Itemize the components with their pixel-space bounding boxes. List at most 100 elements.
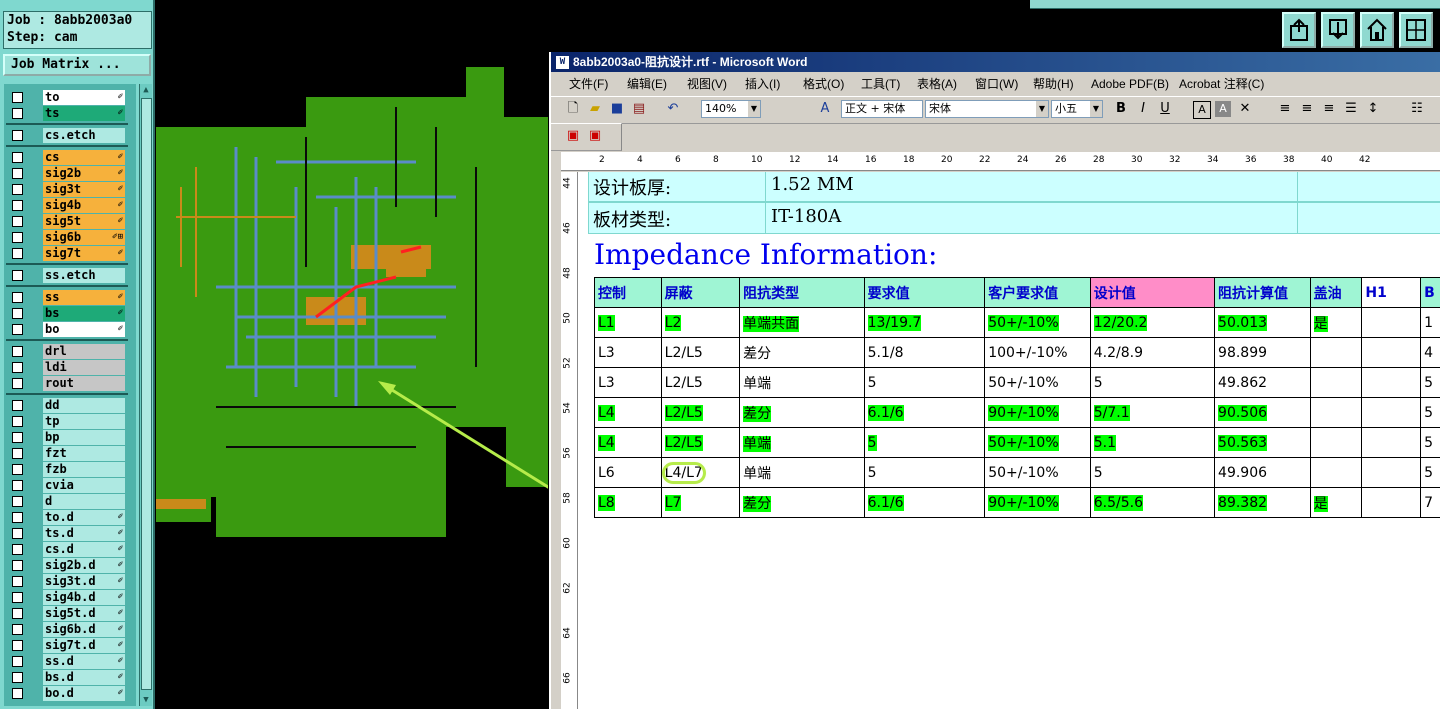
layer-checkbox[interactable] xyxy=(12,544,23,555)
layer-checkbox[interactable] xyxy=(12,512,23,523)
table-cell[interactable]: 49.862 xyxy=(1214,367,1311,398)
layer-name[interactable]: ts xyxy=(43,106,125,121)
table-cell[interactable]: L7 xyxy=(660,487,741,518)
table-cell[interactable]: 50+/-10% xyxy=(984,457,1091,488)
layer-name[interactable]: to xyxy=(43,90,125,105)
layer-name[interactable]: cs xyxy=(43,150,125,165)
layer-name[interactable]: cs.d xyxy=(43,542,125,557)
layer-row[interactable]: dd xyxy=(6,398,126,413)
table-cell[interactable]: 90.506 xyxy=(1214,397,1311,428)
table-cell[interactable]: 差分 xyxy=(739,487,865,518)
table-cell[interactable]: 50+/-10% xyxy=(984,427,1091,458)
table-cell[interactable] xyxy=(1309,397,1363,428)
layer-name[interactable]: cvia xyxy=(43,478,125,493)
align-center-icon[interactable]: ≡ xyxy=(1299,101,1315,117)
table-cell[interactable]: 50.563 xyxy=(1214,427,1311,458)
underline-icon[interactable]: U xyxy=(1157,101,1173,117)
layer-checkbox[interactable] xyxy=(12,346,23,357)
pdf-email-icon[interactable]: ▣ xyxy=(587,128,603,144)
layer-checkbox[interactable] xyxy=(12,688,23,699)
menu-item[interactable]: 窗口(W) xyxy=(975,73,1018,95)
table-cell[interactable]: 5.1/8 xyxy=(863,337,986,368)
layer-name[interactable]: bo.d xyxy=(43,686,125,701)
align-left-icon[interactable]: ≡ xyxy=(1277,101,1293,117)
layer-checkbox[interactable] xyxy=(12,480,23,491)
layer-checkbox[interactable] xyxy=(12,152,23,163)
table-cell[interactable]: 5 xyxy=(863,427,986,458)
menu-item[interactable]: Adobe PDF(B) xyxy=(1091,73,1169,95)
upload-icon[interactable] xyxy=(1282,12,1316,48)
table-cell[interactable]: 1 xyxy=(1420,307,1440,338)
horizontal-ruler[interactable]: 2 4 6 8 10 12 14 16 18 20 22 24 26 28 30 32 34 36 38 40 42 xyxy=(561,152,1440,171)
vertical-ruler[interactable]: 44 46 48 50 52 54 56 58 60 62 64 66 xyxy=(561,172,578,709)
layer-checkbox[interactable] xyxy=(12,378,23,389)
table-cell[interactable]: 5 xyxy=(863,457,986,488)
table-cell[interactable]: L2/L5 xyxy=(660,337,741,368)
layer-checkbox[interactable] xyxy=(12,92,23,103)
table-cell[interactable] xyxy=(1309,337,1363,368)
layer-row[interactable]: tp xyxy=(6,414,126,429)
table-cell[interactable]: 差分 xyxy=(739,397,865,428)
layer-checkbox[interactable] xyxy=(12,448,23,459)
layer-row[interactable]: bs ✐ xyxy=(6,306,126,321)
layer-row[interactable]: sig6b.d ✐ xyxy=(6,622,126,637)
layer-checkbox[interactable] xyxy=(12,592,23,603)
table-cell[interactable]: 单端 xyxy=(739,367,865,398)
table-cell[interactable]: 5 xyxy=(863,367,986,398)
table-cell[interactable]: 12/20.2 xyxy=(1089,307,1216,338)
layer-checkbox[interactable] xyxy=(12,308,23,319)
layer-row[interactable]: d xyxy=(6,494,126,509)
save-icon[interactable]: ■ xyxy=(609,101,625,117)
layer-name[interactable]: d xyxy=(43,494,125,509)
table-cell[interactable] xyxy=(1361,367,1422,398)
table-cell[interactable]: 5 xyxy=(1420,457,1440,488)
table-cell[interactable]: 5 xyxy=(1420,427,1440,458)
table-cell[interactable] xyxy=(1361,337,1422,368)
char-shading-icon[interactable]: A xyxy=(1215,101,1231,117)
font-size-select[interactable]: 小五 ▼ xyxy=(1051,100,1103,118)
table-cell[interactable]: 单端 xyxy=(739,427,865,458)
font-select[interactable]: 宋体 ▼ xyxy=(925,100,1049,118)
layer-name[interactable]: ss.etch xyxy=(43,268,125,283)
table-cell[interactable]: 50.013 xyxy=(1214,307,1311,338)
table-cell[interactable]: L4 xyxy=(594,427,662,458)
pcb-graphic-view[interactable] xyxy=(156,67,548,537)
layer-row[interactable]: sig5t ✐ xyxy=(6,214,126,229)
table-cell[interactable]: L6 xyxy=(594,457,662,488)
layer-row[interactable]: fzt xyxy=(6,446,126,461)
table-cell[interactable]: 89.382 xyxy=(1214,487,1311,518)
layer-name[interactable]: bs.d xyxy=(43,670,125,685)
table-cell[interactable]: 98.899 xyxy=(1214,337,1311,368)
layer-name[interactable]: ss.d xyxy=(43,654,125,669)
table-cell[interactable]: L2/L5 xyxy=(660,397,741,428)
layer-checkbox[interactable] xyxy=(12,656,23,667)
table-cell[interactable]: L4 xyxy=(594,397,662,428)
new-doc-icon[interactable]: 🗋 xyxy=(565,101,581,117)
layer-name[interactable]: bo xyxy=(43,322,125,337)
table-cell[interactable]: L4/L7 xyxy=(660,457,741,488)
chevron-down-icon[interactable]: ▼ xyxy=(1090,101,1102,117)
layer-name[interactable]: rout xyxy=(43,376,125,391)
layer-row[interactable]: drl xyxy=(6,344,126,359)
table-cell[interactable]: 50+/-10% xyxy=(984,307,1091,338)
layer-checkbox[interactable] xyxy=(12,416,23,427)
layer-name[interactable]: bp xyxy=(43,430,125,445)
menu-item[interactable]: 插入(I) xyxy=(745,73,780,95)
table-cell[interactable]: L2 xyxy=(660,307,741,338)
layer-checkbox[interactable] xyxy=(12,108,23,119)
layer-row[interactable]: fzb xyxy=(6,462,126,477)
layer-name[interactable]: ss xyxy=(43,290,125,305)
layer-row[interactable]: sig2b.d ✐ xyxy=(6,558,126,573)
align-right-icon[interactable]: ≡ xyxy=(1321,101,1337,117)
table-cell[interactable]: L2/L5 xyxy=(660,427,741,458)
table-cell[interactable] xyxy=(1361,487,1422,518)
chevron-down-icon[interactable]: ▼ xyxy=(1036,101,1048,117)
char-border-icon[interactable]: A xyxy=(1193,101,1211,119)
table-cell[interactable]: 5 xyxy=(1089,457,1216,488)
table-cell[interactable]: 50+/-10% xyxy=(984,367,1091,398)
layer-name[interactable]: fzt xyxy=(43,446,125,461)
menu-item[interactable]: 工具(T) xyxy=(861,73,900,95)
layer-row[interactable]: ss.d ✐ xyxy=(6,654,126,669)
layer-checkbox[interactable] xyxy=(12,400,23,411)
layer-name[interactable]: sig5t xyxy=(43,214,125,229)
